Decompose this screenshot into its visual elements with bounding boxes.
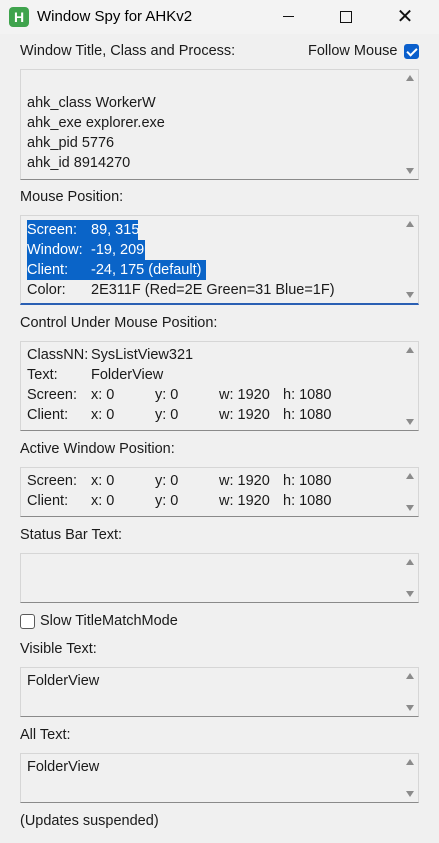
- scroll-up-icon[interactable]: [406, 75, 414, 81]
- close-button[interactable]: ✕: [376, 0, 434, 34]
- ahk-class-line: ahk_class WorkerW: [27, 95, 156, 111]
- mouse-screen-line: Screen: 89, 315: [27, 220, 140, 240]
- scroll-down-icon[interactable]: [406, 505, 414, 511]
- active-window-textbox[interactable]: Screen: x: 0 y: 0 w: 1920 h: 1080 Client…: [20, 467, 419, 517]
- slow-titlematchmode-checkbox[interactable]: [20, 614, 35, 629]
- visible-text-value: FolderView: [27, 673, 100, 689]
- slow-titlematchmode-label[interactable]: Slow TitleMatchMode: [40, 613, 178, 629]
- scroll-down-icon[interactable]: [406, 705, 414, 711]
- scroll-down-icon[interactable]: [406, 791, 414, 797]
- scrollbar[interactable]: [402, 342, 418, 430]
- status-bar-label: Status Bar Text:: [20, 527, 123, 543]
- scrollbar[interactable]: [402, 754, 418, 802]
- mouse-client-line: Client: -24, 175 (default): [27, 260, 206, 280]
- minimize-icon: [282, 16, 294, 18]
- control-under-mouse-label: Control Under Mouse Position:: [20, 315, 218, 331]
- check-icon: [406, 45, 418, 57]
- window-title-section-label: Window Title, Class and Process:: [20, 43, 236, 59]
- scroll-up-icon[interactable]: [406, 759, 414, 765]
- active-window-label: Active Window Position:: [20, 441, 175, 457]
- ahk-id-line: ahk_id 8914270: [27, 155, 131, 171]
- scroll-down-icon[interactable]: [406, 419, 414, 425]
- close-icon: ✕: [396, 6, 414, 28]
- control-info-textbox[interactable]: ClassNN: SysListView321 Text: FolderView…: [20, 341, 419, 431]
- all-text-textbox[interactable]: FolderView: [20, 753, 419, 803]
- visible-text-label: Visible Text:: [20, 641, 97, 657]
- window-title: Window Spy for AHKv2: [37, 8, 193, 25]
- mouse-window-line: Window: -19, 209: [27, 240, 145, 260]
- mouse-position-textbox[interactable]: Screen: 89, 315 Window: -19, 209 Client:…: [20, 215, 419, 305]
- scroll-up-icon[interactable]: [406, 673, 414, 679]
- scroll-up-icon[interactable]: [406, 473, 414, 479]
- follow-mouse-label[interactable]: Follow Mouse: [308, 43, 397, 59]
- status-bar-textbox[interactable]: [20, 553, 419, 603]
- title-bar: H Window Spy for AHKv2 ✕: [0, 0, 439, 34]
- updates-status: (Updates suspended): [20, 813, 159, 829]
- minimize-button[interactable]: [259, 0, 317, 34]
- scroll-down-icon[interactable]: [406, 292, 414, 298]
- scroll-up-icon[interactable]: [406, 559, 414, 565]
- mouse-position-label: Mouse Position:: [20, 189, 124, 205]
- scrollbar[interactable]: [402, 468, 418, 516]
- scrollbar[interactable]: [402, 70, 418, 179]
- scrollbar[interactable]: [402, 216, 418, 303]
- maximize-icon: [340, 10, 352, 23]
- scroll-down-icon[interactable]: [406, 591, 414, 597]
- scroll-up-icon[interactable]: [406, 221, 414, 227]
- app-icon: H: [9, 7, 29, 27]
- follow-mouse-checkbox[interactable]: [404, 44, 419, 59]
- ahk-pid-line: ahk_pid 5776: [27, 135, 115, 151]
- scroll-up-icon[interactable]: [406, 347, 414, 353]
- scroll-down-icon[interactable]: [406, 168, 414, 174]
- maximize-button[interactable]: [317, 0, 375, 34]
- all-text-value: FolderView: [27, 759, 100, 775]
- scrollbar[interactable]: [402, 554, 418, 602]
- visible-text-textbox[interactable]: FolderView: [20, 667, 419, 717]
- scrollbar[interactable]: [402, 668, 418, 716]
- window-info-textbox[interactable]: ahk_class WorkerW ahk_exe explorer.exe a…: [20, 69, 419, 180]
- all-text-label: All Text:: [20, 727, 71, 743]
- ahk-exe-line: ahk_exe explorer.exe: [27, 115, 165, 131]
